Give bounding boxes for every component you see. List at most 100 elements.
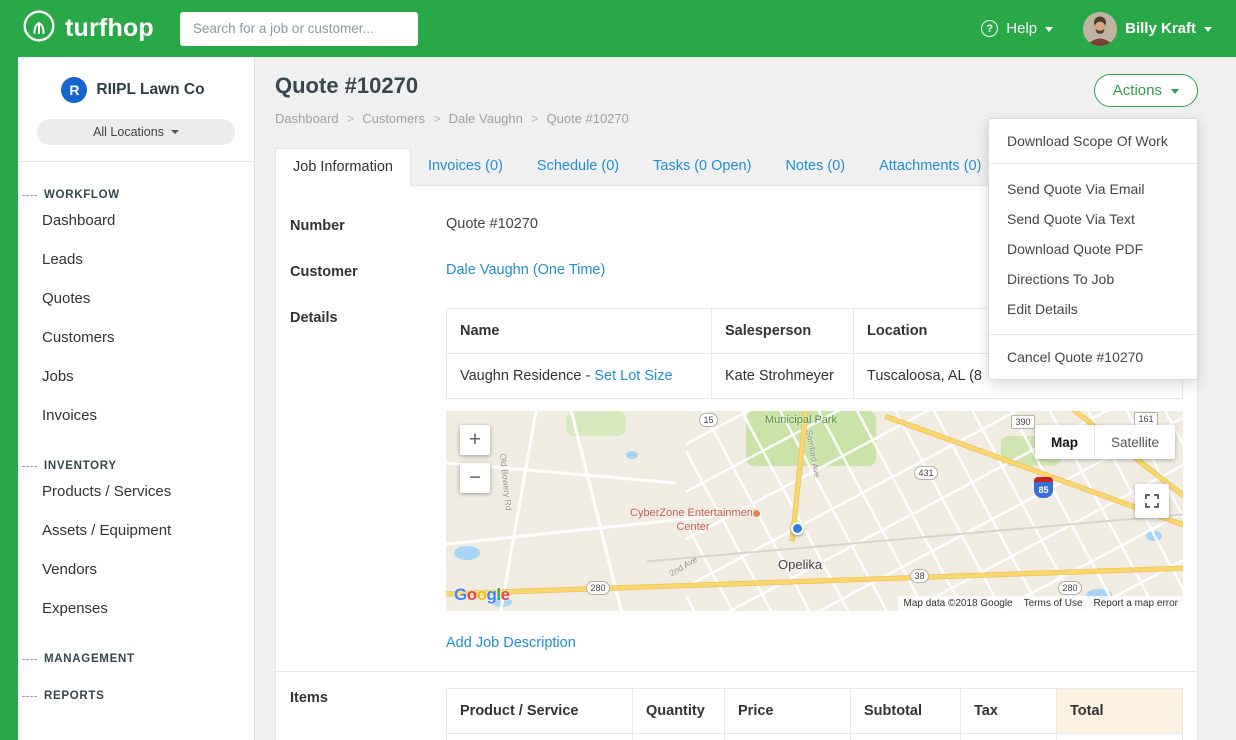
turfhop-logo-icon — [22, 9, 56, 48]
poi-label: CyberZone Entertainment Center — [618, 507, 768, 535]
details-label: Details — [290, 308, 446, 326]
chevron-down-icon — [1045, 27, 1053, 32]
tab-notes[interactable]: Notes (0) — [768, 148, 862, 185]
locations-label: All Locations — [93, 125, 164, 139]
sidebar: R RIIPL Lawn Co All Locations WORKFLOW D… — [0, 57, 255, 740]
customer-label: Customer — [290, 262, 446, 280]
water-area — [454, 546, 480, 560]
poi-marker-icon — [752, 509, 761, 518]
branch-icon — [22, 696, 37, 697]
job-location-map[interactable]: Municipal Park CyberZone Entertainment C… — [446, 411, 1183, 611]
sidebar-item-jobs[interactable]: Jobs — [18, 357, 254, 396]
map-data-credit: Map data ©2018 Google — [903, 598, 1012, 609]
customer-link[interactable]: Dale Vaughn — [446, 262, 529, 278]
chevron-down-icon — [1171, 89, 1179, 94]
breadcrumb-customers[interactable]: Customers — [362, 111, 425, 126]
sidebar-item-expenses[interactable]: Expenses — [18, 589, 254, 628]
breadcrumb-separator: > — [347, 111, 355, 126]
map-type-control: Map Satellite — [1035, 425, 1175, 459]
map-view-button[interactable]: Map — [1035, 425, 1094, 459]
fullscreen-button[interactable] — [1135, 484, 1169, 518]
detail-salesperson-cell: Kate Strohmeyer — [712, 354, 854, 399]
page-title: Quote #10270 — [275, 73, 1198, 99]
actions-menu: Download Scope Of Work Send Quote Via Em… — [988, 118, 1198, 380]
nav-section-management: MANAGEMENT — [18, 653, 254, 665]
menu-item-download-quote-pdf[interactable]: Download Quote PDF — [989, 234, 1197, 264]
terms-of-use-link[interactable]: Terms of Use — [1024, 598, 1083, 609]
items-header-tax: Tax — [961, 689, 1057, 734]
route-shield-161: 161 — [1134, 412, 1158, 426]
menu-item-edit-details[interactable]: Edit Details — [989, 294, 1197, 324]
sidebar-item-leads[interactable]: Leads — [18, 240, 254, 279]
menu-item-send-quote-text[interactable]: Send Quote Via Text — [989, 204, 1197, 234]
user-name: Billy Kraft — [1125, 20, 1196, 37]
branch-icon — [22, 659, 37, 660]
route-shield-280: 280 — [586, 581, 610, 595]
set-lot-size-link[interactable]: Set Lot Size — [594, 368, 672, 384]
interstate-shield-85: 85 — [1034, 477, 1053, 498]
sidebar-item-assets-equipment[interactable]: Assets / Equipment — [18, 511, 254, 550]
park-label: Municipal Park — [761, 414, 841, 427]
nav-section-workflow: WORKFLOW — [18, 189, 254, 201]
brand-name: turfhop — [65, 14, 154, 43]
city-label: Opelika — [778, 557, 822, 572]
street-label: Old Bowery Rd — [498, 453, 514, 511]
company-header: R RIIPL Lawn Co — [18, 57, 254, 103]
items-row: Items Product / Service Quantity Price — [276, 688, 1197, 740]
help-menu[interactable]: ? Help — [981, 20, 1053, 37]
items-table: Product / Service Quantity Price Subtota… — [446, 688, 1183, 740]
job-location-marker[interactable] — [791, 522, 804, 535]
report-map-error-link[interactable]: Report a map error — [1094, 598, 1178, 609]
locations-dropdown[interactable]: All Locations — [37, 119, 235, 145]
items-header-total: Total — [1057, 689, 1183, 734]
user-menu[interactable]: Billy Kraft — [1083, 12, 1212, 46]
satellite-view-button[interactable]: Satellite — [1094, 425, 1175, 459]
zoom-in-button[interactable]: + — [460, 425, 490, 455]
add-job-description-link[interactable]: Add Job Description — [446, 635, 576, 651]
items-header-product-service: Product / Service — [447, 689, 633, 734]
nav-section-reports: REPORTS — [18, 690, 254, 702]
search-input[interactable] — [180, 12, 418, 46]
sidebar-item-products-services[interactable]: Products / Services — [18, 472, 254, 511]
map-attribution: Map data ©2018 Google Terms of Use Repor… — [898, 596, 1183, 611]
sidebar-accent-strip — [0, 57, 18, 740]
items-label: Items — [290, 688, 446, 706]
tab-job-information[interactable]: Job Information — [275, 148, 411, 186]
sidebar-item-vendors[interactable]: Vendors — [18, 550, 254, 589]
branch-icon — [22, 466, 37, 467]
customer-type-link[interactable]: (One Time) — [533, 262, 606, 278]
sidebar-item-quotes[interactable]: Quotes — [18, 279, 254, 318]
app-header: turfhop ? Help Billy Kraft — [0, 0, 1236, 57]
items-header-quantity: Quantity — [633, 689, 725, 734]
menu-item-download-scope[interactable]: Download Scope Of Work — [989, 119, 1197, 164]
actions-menu-group: Send Quote Via Email Send Quote Via Text… — [989, 164, 1197, 335]
breadcrumb-customer-name[interactable]: Dale Vaughn — [449, 111, 523, 126]
water-area — [626, 451, 638, 459]
google-logo[interactable]: Google — [454, 585, 510, 605]
sidebar-item-invoices[interactable]: Invoices — [18, 396, 254, 435]
app-screen: turfhop ? Help Billy Kraft — [0, 0, 1236, 740]
details-header-name: Name — [447, 309, 712, 354]
actions-button[interactable]: Actions — [1094, 74, 1198, 107]
tab-schedule[interactable]: Schedule (0) — [520, 148, 636, 185]
tab-tasks[interactable]: Tasks (0 Open) — [636, 148, 768, 185]
menu-item-send-quote-email[interactable]: Send Quote Via Email — [989, 174, 1197, 204]
tab-attachments[interactable]: Attachments (0) — [862, 148, 998, 185]
breadcrumb-dashboard[interactable]: Dashboard — [275, 111, 339, 126]
menu-item-cancel-quote[interactable]: Cancel Quote #10270 — [989, 335, 1197, 379]
breadcrumb-separator: > — [531, 111, 539, 126]
main-content: Quote #10270 Dashboard > Customers > Dal… — [255, 57, 1236, 740]
items-table-row — [447, 734, 1183, 740]
turfhop-logo[interactable]: turfhop — [22, 9, 154, 48]
chevron-down-icon — [171, 130, 179, 134]
zoom-out-button[interactable]: − — [460, 463, 490, 493]
sidebar-item-customers[interactable]: Customers — [18, 318, 254, 357]
help-label: Help — [1006, 20, 1037, 37]
items-header-price: Price — [725, 689, 851, 734]
avatar — [1083, 12, 1117, 46]
menu-item-directions-to-job[interactable]: Directions To Job — [989, 264, 1197, 294]
branch-icon — [22, 195, 37, 196]
sidebar-item-dashboard[interactable]: Dashboard — [18, 201, 254, 240]
tab-invoices[interactable]: Invoices (0) — [411, 148, 520, 185]
company-logo: R — [61, 77, 87, 103]
